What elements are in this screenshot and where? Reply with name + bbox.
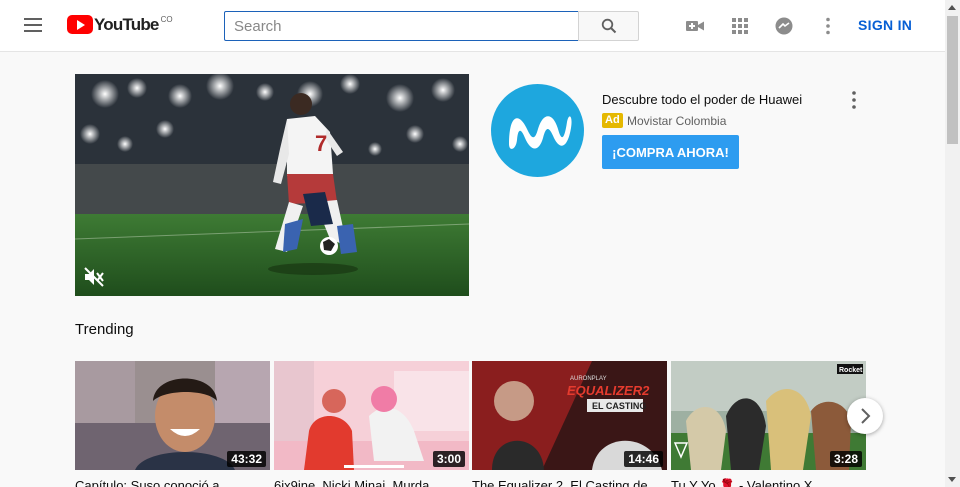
- ad-title[interactable]: Descubre todo el poder de Huawei: [602, 92, 802, 107]
- video-card[interactable]: Rocket 3:28 Tu Y Yo 🌹 - Valentino X: [671, 361, 866, 487]
- video-thumbnail[interactable]: 43:32: [75, 361, 270, 470]
- movistar-m-icon: [509, 116, 572, 149]
- ad-advertiser[interactable]: Movistar Colombia: [627, 114, 726, 128]
- search-input[interactable]: [224, 11, 579, 41]
- video-title[interactable]: Capítulo: Suso conoció a: [75, 478, 270, 487]
- ad-more-vert-icon[interactable]: [846, 90, 862, 110]
- video-duration: 3:00: [432, 451, 465, 467]
- scrollbar[interactable]: [945, 0, 960, 487]
- ad-cta-button[interactable]: ¡COMPRA AHORA!: [602, 135, 739, 169]
- video-duration: 3:28: [829, 451, 862, 467]
- video-thumbnail[interactable]: 3:00: [274, 361, 469, 470]
- scroll-down-arrow-icon[interactable]: [948, 477, 956, 482]
- thumb-brand-text: AURONPLAY: [570, 376, 607, 382]
- video-title[interactable]: The Equalizer 2. El Casting de: [472, 478, 667, 487]
- logo-text: YouTube: [94, 15, 159, 34]
- video-duration: 14:46: [624, 451, 663, 467]
- create-video-icon[interactable]: [685, 16, 705, 36]
- player-jersey-number: 7: [315, 131, 327, 156]
- video-card[interactable]: 3:00 6ix9ine, Nicki Minaj, Murda: [274, 361, 469, 487]
- youtube-play-icon: [67, 15, 93, 34]
- advertiser-logo[interactable]: [491, 84, 584, 177]
- video-card[interactable]: AURONPLAY EQUALIZER2 EL CASTING 14:46 Th…: [472, 361, 667, 487]
- trending-heading[interactable]: Trending: [75, 321, 134, 338]
- video-duration: 43:32: [227, 451, 266, 467]
- thumb-tag-text: Rocket: [839, 367, 863, 374]
- scrollbar-thumb[interactable]: [947, 16, 958, 144]
- scroll-up-arrow-icon[interactable]: [948, 5, 956, 10]
- shelf-next-button[interactable]: [847, 398, 883, 434]
- youtube-logo[interactable]: YouTube CO: [67, 15, 173, 35]
- video-title[interactable]: 6ix9ine, Nicki Minaj, Murda: [274, 478, 469, 487]
- ad-badge: Ad: [602, 113, 623, 128]
- video-thumbnail[interactable]: Rocket 3:28: [671, 361, 866, 470]
- search-icon: [601, 18, 617, 34]
- mute-icon[interactable]: [83, 266, 105, 288]
- thumb-title-text: EQUALIZER2: [567, 383, 650, 398]
- more-vert-icon[interactable]: [818, 16, 838, 36]
- video-card[interactable]: 43:32 Capítulo: Suso conoció a: [75, 361, 270, 487]
- ad-video-frame: 7: [75, 74, 469, 296]
- thumb-subtitle-text: EL CASTING: [592, 401, 646, 411]
- country-code: CO: [160, 15, 173, 24]
- apps-grid-icon[interactable]: [730, 16, 750, 36]
- sign-in-button[interactable]: SIGN IN: [858, 17, 912, 33]
- search-button[interactable]: [578, 11, 639, 41]
- trending-shelf: 43:32 Capítulo: Suso conoció a 3:00 6ix9…: [75, 361, 867, 487]
- masthead: YouTube CO SIGN IN: [0, 0, 945, 52]
- menu-icon[interactable]: [24, 18, 42, 32]
- chevron-right-icon: [861, 408, 871, 424]
- video-thumbnail[interactable]: AURONPLAY EQUALIZER2 EL CASTING 14:46: [472, 361, 667, 470]
- ad-video-player[interactable]: 7: [75, 74, 469, 296]
- messages-icon[interactable]: [774, 16, 794, 36]
- video-title[interactable]: Tu Y Yo 🌹 - Valentino X: [671, 478, 866, 487]
